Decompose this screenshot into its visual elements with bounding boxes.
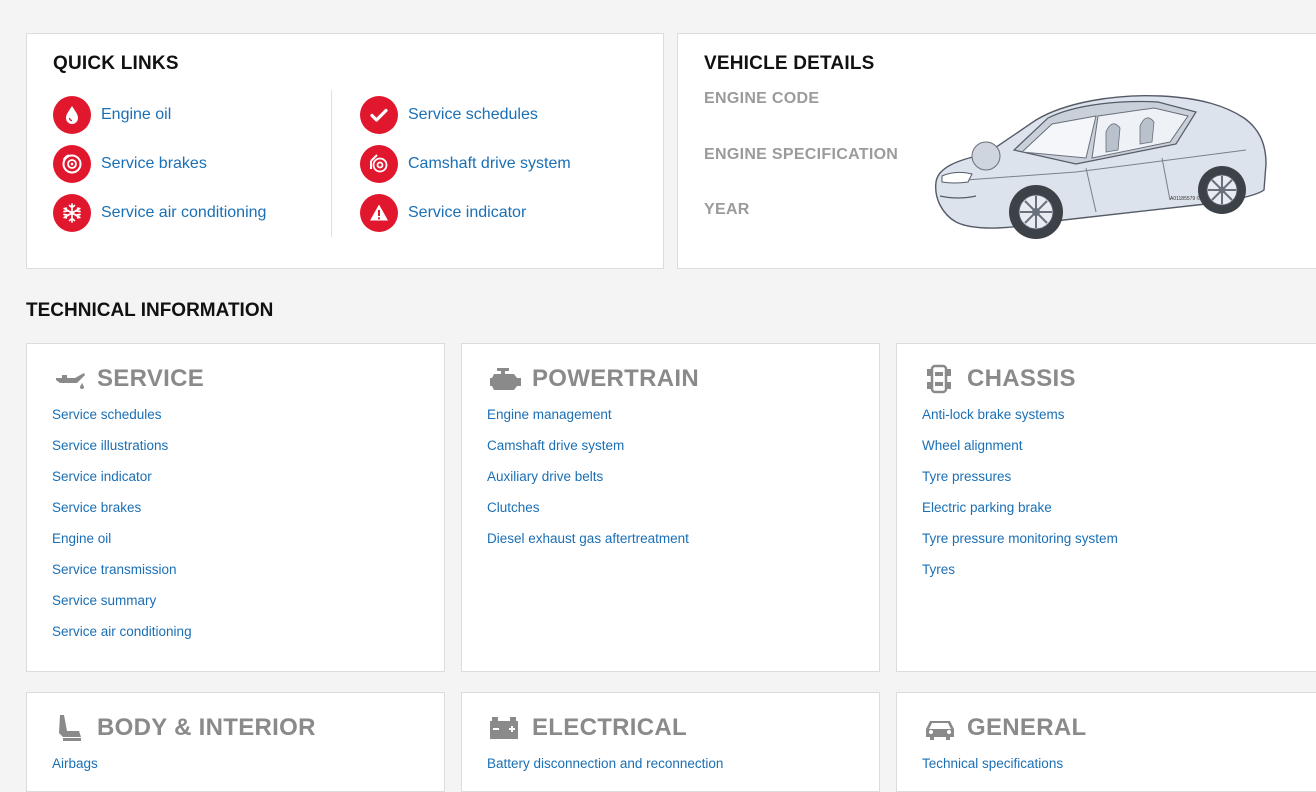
brake-disc-icon [53, 144, 91, 183]
quick-links-divider [331, 90, 332, 237]
list-item[interactable]: Service summary [52, 590, 192, 621]
quick-links-column-right: Service schedules Camshaft drive system … [360, 90, 571, 237]
chassis-link-list: Anti-lock brake systems Wheel alignment … [922, 404, 1118, 590]
quick-link-camshaft-drive-system[interactable]: Camshaft drive system [360, 139, 571, 188]
powertrain-card-header: POWERTRAIN [487, 362, 699, 396]
list-item[interactable]: Technical specifications [922, 753, 1063, 784]
seat-icon [59, 715, 81, 741]
quick-link-label: Camshaft drive system [408, 154, 571, 172]
quick-links-title: QUICK LINKS [53, 53, 179, 74]
list-item[interactable]: Engine management [487, 404, 689, 435]
list-item[interactable]: Airbags [52, 753, 98, 784]
year-label: YEAR [704, 201, 750, 218]
electrical-card: ELECTRICAL Battery disconnection and rec… [461, 692, 880, 792]
quick-link-label: Service air conditioning [101, 203, 267, 221]
electrical-card-header: ELECTRICAL [487, 711, 687, 745]
card-title: POWERTRAIN [532, 365, 699, 392]
warning-icon [360, 193, 398, 232]
powertrain-card: POWERTRAIN Engine management Camshaft dr… [461, 343, 880, 672]
technical-information-title: TECHNICAL INFORMATION [26, 300, 274, 321]
quick-link-engine-oil[interactable]: Engine oil [53, 90, 266, 139]
body-interior-card: BODY & INTERIOR Airbags [26, 692, 445, 792]
vehicle-illustration: A01185579 © [935, 95, 1267, 239]
car-icon [926, 721, 954, 740]
engine-icon [490, 368, 521, 390]
service-card: SERVICE Service schedules Service illust… [26, 343, 445, 672]
chassis-card-header: CHASSIS [922, 362, 1076, 396]
quick-link-label: Service brakes [101, 154, 207, 172]
card-title: CHASSIS [967, 365, 1076, 392]
service-link-list: Service schedules Service illustrations … [52, 404, 192, 652]
quick-link-service-air-conditioning[interactable]: Service air conditioning [53, 188, 266, 237]
engine-code-label: ENGINE CODE [704, 90, 820, 107]
camshaft-belt-icon [360, 144, 398, 183]
vehicle-details-title: VEHICLE DETAILS [704, 53, 875, 74]
list-item[interactable]: Engine oil [52, 528, 192, 559]
chassis-icon [927, 364, 951, 394]
list-item[interactable]: Wheel alignment [922, 435, 1118, 466]
snowflake-icon [53, 193, 91, 232]
card-title: BODY & INTERIOR [97, 714, 316, 741]
card-title: ELECTRICAL [532, 714, 687, 741]
electrical-link-list: Battery disconnection and reconnection [487, 753, 723, 784]
list-item[interactable]: Camshaft drive system [487, 435, 689, 466]
general-link-list: Technical specifications [922, 753, 1063, 784]
general-card: GENERAL Technical specifications [896, 692, 1316, 792]
list-item[interactable]: Service transmission [52, 559, 192, 590]
list-item[interactable]: Anti-lock brake systems [922, 404, 1118, 435]
quick-link-label: Service schedules [408, 105, 538, 123]
quick-link-label: Service indicator [408, 203, 527, 221]
list-item[interactable]: Tyre pressure monitoring system [922, 528, 1118, 559]
powertrain-link-list: Engine management Camshaft drive system … [487, 404, 689, 559]
card-title: SERVICE [97, 365, 205, 392]
quick-link-service-indicator[interactable]: Service indicator [360, 188, 571, 237]
quick-links-column-left: Engine oil Service brakes Service air co… [53, 90, 266, 237]
quick-link-service-brakes[interactable]: Service brakes [53, 139, 266, 188]
list-item[interactable]: Auxiliary drive belts [487, 466, 689, 497]
list-item[interactable]: Service indicator [52, 466, 192, 497]
quick-links-panel: QUICK LINKS Engine oil Service brakes Se… [26, 33, 664, 269]
list-item[interactable]: Service schedules [52, 404, 192, 435]
list-item[interactable]: Service brakes [52, 497, 192, 528]
general-card-header: GENERAL [922, 711, 1086, 745]
vehicle-image-caption: A01185579 © [1170, 195, 1201, 202]
quick-link-service-schedules[interactable]: Service schedules [360, 90, 571, 139]
card-title: GENERAL [967, 714, 1087, 741]
quick-link-label: Engine oil [101, 105, 172, 123]
list-item[interactable]: Clutches [487, 497, 689, 528]
list-item[interactable]: Electric parking brake [922, 497, 1118, 528]
service-card-header: SERVICE [52, 362, 204, 396]
engine-specification-label: ENGINE SPECIFICATION [704, 146, 899, 163]
battery-icon [490, 717, 518, 739]
list-item[interactable]: Tyre pressures [922, 466, 1118, 497]
list-item[interactable]: Battery disconnection and reconnection [487, 753, 723, 784]
vehicle-details-panel: VEHICLE DETAILS ENGINE CODE ENGINE SPECI… [677, 33, 1316, 269]
list-item[interactable]: Tyres [922, 559, 1118, 590]
list-item[interactable]: Service air conditioning [52, 621, 192, 652]
oil-drop-icon [53, 95, 91, 134]
oil-can-icon [56, 373, 85, 389]
body-interior-card-header: BODY & INTERIOR [52, 711, 316, 745]
checkmark-icon [360, 95, 398, 134]
list-item[interactable]: Service illustrations [52, 435, 192, 466]
body-interior-link-list: Airbags [52, 753, 98, 784]
chassis-card: CHASSIS Anti-lock brake systems Wheel al… [896, 343, 1316, 672]
list-item[interactable]: Diesel exhaust gas aftertreatment [487, 528, 689, 559]
